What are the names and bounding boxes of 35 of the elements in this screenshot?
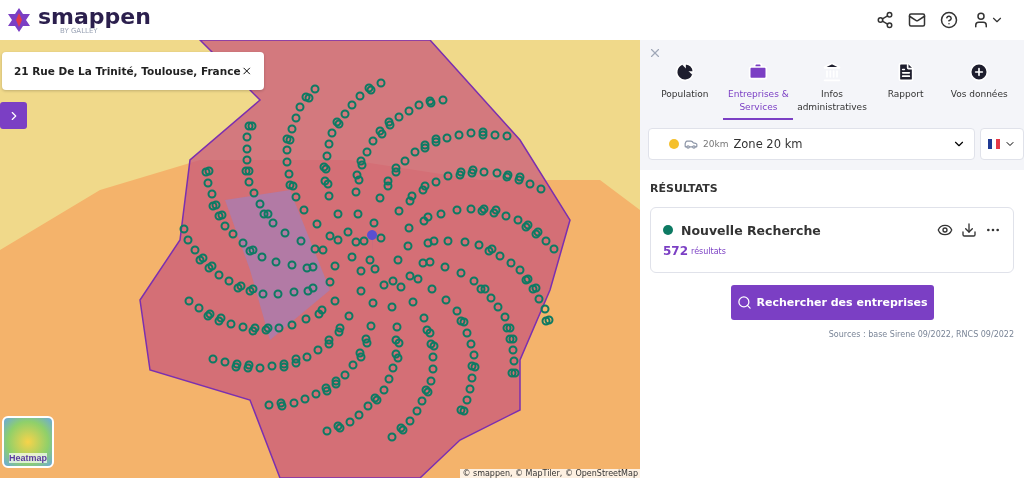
- share-icon[interactable]: [876, 11, 894, 29]
- address-text: 21 Rue De La Trinité, Toulouse, France: [14, 65, 241, 77]
- category-tab[interactable]: Vos données: [944, 62, 1015, 121]
- address-field[interactable]: 21 Rue De La Trinité, Toulouse, France: [2, 52, 264, 90]
- results-title: RÉSULTATS: [650, 182, 719, 196]
- zone-name: Zone 20 km: [733, 137, 804, 152]
- briefcase-icon: [748, 62, 769, 82]
- zone-select[interactable]: 20km Zone 20 km: [648, 128, 975, 161]
- category-tab[interactable]: Infos administratives: [797, 62, 867, 121]
- close-icon[interactable]: [240, 64, 252, 78]
- car-icon: [684, 137, 698, 152]
- search-icon: [736, 295, 752, 311]
- user-menu-icon[interactable]: [972, 11, 1004, 29]
- pie-chart-icon: [674, 62, 695, 82]
- brand-name: smappen: [38, 5, 151, 28]
- plus-circle-icon: [969, 62, 990, 82]
- search-companies-button[interactable]: Rechercher des entreprises: [730, 285, 934, 321]
- flag-icon: [988, 138, 1000, 151]
- result-count-label: résultats: [691, 246, 726, 256]
- country-select[interactable]: [980, 128, 1024, 161]
- mail-icon[interactable]: [908, 11, 926, 29]
- category-tab[interactable]: Population: [649, 62, 720, 121]
- result-count: 572: [663, 244, 689, 259]
- category-tab[interactable]: Rapport: [870, 62, 941, 121]
- zone-distance: 20km: [703, 139, 729, 150]
- download-icon[interactable]: [961, 222, 977, 239]
- category-tab[interactable]: Entreprises & Services: [723, 62, 794, 121]
- sources-note: Sources : base Sirene 09/2022, RNCS 09/2022: [828, 330, 1014, 340]
- result-name: Nouvelle Recherche: [681, 222, 822, 238]
- help-icon[interactable]: [940, 11, 958, 29]
- expand-button[interactable]: [0, 102, 27, 129]
- logo-icon: [6, 7, 32, 33]
- heatmap-button[interactable]: Heatmap: [2, 416, 54, 468]
- bank-icon: [822, 62, 842, 82]
- map-attribution: © smappen, © MapTiler, © OpenStreetMap: [460, 469, 640, 478]
